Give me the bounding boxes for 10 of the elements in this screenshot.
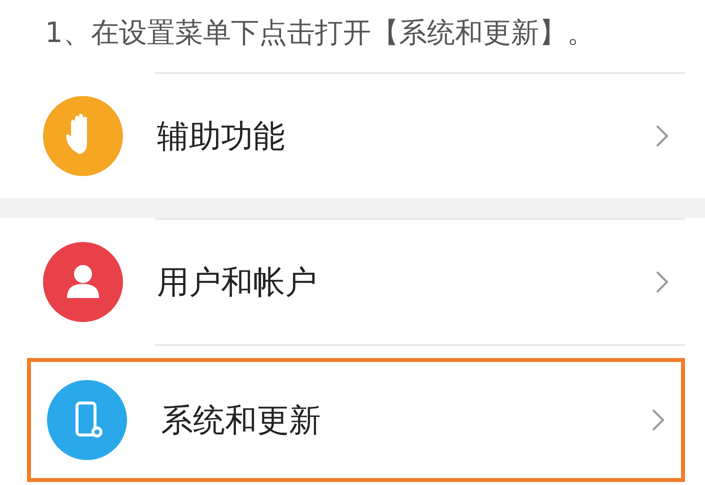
- instruction-caption: 1、在设置菜单下点击打开【系统和更新】。: [44, 15, 596, 51]
- chevron-icon: [651, 408, 665, 432]
- row-label: 辅助功能: [157, 116, 286, 157]
- settings-row[interactable]: 系统和更新: [27, 358, 685, 482]
- chevron-icon: [655, 270, 669, 294]
- row-label: 用户和帐户: [157, 262, 318, 303]
- settings-row[interactable]: 用户和帐户: [27, 220, 685, 344]
- settings-row[interactable]: 辅助功能: [27, 74, 685, 198]
- chevron-icon: [655, 124, 669, 148]
- row-label: 系统和更新: [161, 400, 322, 441]
